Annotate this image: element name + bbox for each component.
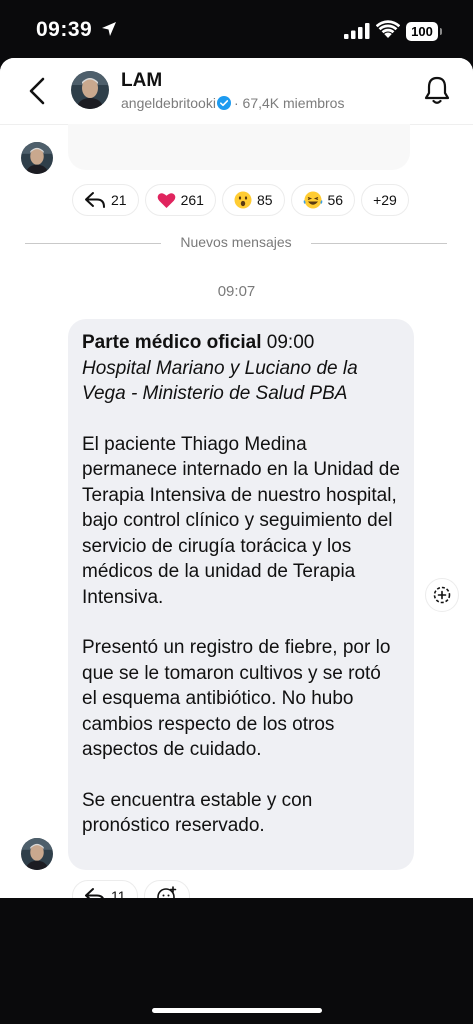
- battery-cap: [440, 28, 442, 35]
- message-title-time: 09:00: [261, 332, 315, 353]
- reaction-count: 56: [327, 192, 344, 208]
- surprised-emoji-icon: [234, 191, 252, 209]
- back-chevron-icon[interactable]: [24, 74, 52, 108]
- channel-name: LAM: [121, 70, 163, 91]
- reply-count: 11: [111, 888, 126, 898]
- home-indicator[interactable]: [152, 1008, 322, 1013]
- location-arrow-icon: [102, 22, 116, 36]
- channel-handle: angeldebritooki: [121, 95, 216, 111]
- reply-count: 21: [111, 192, 127, 208]
- message-bubble[interactable]: Parte médico oficial 09:00 Hospital Mari…: [68, 319, 414, 870]
- new-messages-separator: Nuevos mensajes: [25, 232, 447, 254]
- add-reaction-button[interactable]: [425, 578, 459, 612]
- add-reaction-chip[interactable]: [143, 880, 190, 898]
- reaction-chip-surprised[interactable]: 85: [221, 184, 285, 216]
- add-reaction-icon: [433, 586, 451, 604]
- member-count: 67,4K miembros: [242, 95, 345, 111]
- message-paragraph: El paciente Thiago Medina permanece inte…: [82, 433, 400, 608]
- channel-meta: angeldebritooki · 67,4K miembros: [121, 95, 345, 111]
- laughing-emoji-icon: [303, 191, 322, 209]
- status-time: 09:39: [36, 18, 93, 41]
- previous-message-bubble: [68, 124, 410, 170]
- reply-icon: [85, 192, 105, 208]
- message-title: Parte médico oficial 09:00: [82, 330, 400, 356]
- heart-emoji-icon: [157, 192, 175, 208]
- add-emoji-icon: [156, 886, 176, 898]
- message-timestamp: 09:07: [217, 283, 256, 300]
- battery-indicator: 100: [406, 22, 438, 41]
- message-hospital: Hospital Mariano y Luciano de la Vega - …: [82, 357, 358, 405]
- phone-screen: 09:39 100 LAM angeldebritooki · 67,4K mi…: [0, 0, 473, 1024]
- message-title-bold: Parte médico oficial: [82, 332, 262, 353]
- verified-badge-icon: [216, 96, 231, 110]
- more-reactions-count: +29: [373, 192, 397, 208]
- status-bar: 09:39 100: [0, 0, 473, 58]
- message-paragraph: Se encuentra estable y con pronóstico re…: [82, 789, 313, 837]
- bell-icon[interactable]: [423, 75, 451, 105]
- reply-chip[interactable]: 21: [72, 184, 139, 216]
- channel-avatar[interactable]: [71, 71, 109, 109]
- reaction-chip-heart[interactable]: 261: [144, 184, 216, 216]
- reaction-count: 261: [180, 192, 204, 208]
- channel-header: LAM angeldebritooki · 67,4K miembros: [0, 58, 473, 125]
- reaction-chip-laughing[interactable]: 56: [290, 184, 356, 216]
- reaction-count: 85: [256, 192, 273, 208]
- sender-avatar[interactable]: [21, 142, 53, 174]
- wifi-icon: [376, 20, 400, 38]
- message-reactions: 11: [72, 880, 190, 898]
- channel-view: LAM angeldebritooki · 67,4K miembros 21 …: [0, 58, 473, 898]
- message-paragraph: Presentó un registro de fiebre, por lo q…: [82, 637, 391, 760]
- separator-label: Nuevos mensajes: [180, 234, 292, 250]
- cellular-signal-icon: [344, 23, 370, 39]
- separator-line-right: [311, 243, 447, 244]
- reply-icon: [85, 888, 104, 898]
- previous-message-reactions: 21 261 85 56 +29: [72, 184, 409, 218]
- reply-chip[interactable]: 11: [72, 880, 138, 898]
- sender-avatar[interactable]: [21, 838, 53, 870]
- more-reactions-chip[interactable]: +29: [361, 184, 409, 216]
